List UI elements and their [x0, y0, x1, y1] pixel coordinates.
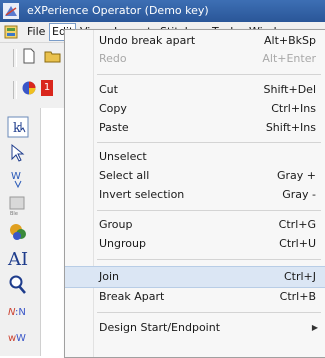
canvas-area[interactable]	[41, 108, 65, 356]
menu-item-label: Cut	[99, 83, 118, 96]
menu-item-break-apart[interactable]: Break Apart Ctrl+B	[65, 288, 325, 306]
open-folder-icon[interactable]	[44, 48, 62, 64]
menu-item-shortcut: Ctrl+U	[279, 237, 316, 250]
menu-item-ungroup[interactable]: Ungroup Ctrl+U	[65, 235, 325, 253]
wave-tool-icon[interactable]: w W	[7, 326, 29, 348]
menu-item-shortcut: Ctrl+Ins	[271, 102, 316, 115]
toolbar-area: 1	[0, 43, 72, 108]
menu-item-group[interactable]: Group Ctrl+G	[65, 216, 325, 234]
menu-item-label: Group	[99, 218, 133, 231]
stitch-w-tool-icon[interactable]: W	[7, 168, 29, 190]
svg-text::N: :N	[15, 307, 26, 318]
menu-item-design-start-endpoint[interactable]: Design Start/Endpoint ▶	[65, 319, 325, 337]
menu-item-label: Select all	[99, 169, 150, 182]
edit-dropdown-menu: Undo break apart Alt+BkSp Redo Alt+Enter…	[64, 29, 325, 358]
menu-item-shortcut: Ctrl+J	[283, 270, 316, 283]
menu-item-undo[interactable]: Undo break apart Alt+BkSp	[65, 32, 325, 50]
menu-separator	[97, 210, 321, 211]
svg-text:W: W	[16, 333, 26, 344]
menu-item-invert-selection[interactable]: Invert selection Gray -	[65, 186, 325, 204]
menu-item-label: Design Start/Endpoint	[99, 321, 221, 334]
document-menu-icon[interactable]	[3, 24, 19, 40]
color-badge[interactable]: 1	[41, 80, 53, 96]
menu-item-label: Paste	[99, 121, 129, 134]
color-tool-icon[interactable]	[7, 220, 29, 242]
menu-separator	[97, 312, 321, 313]
menu-item-redo[interactable]: Redo Alt+Enter	[65, 50, 325, 68]
svg-text:Ble: Ble	[10, 211, 18, 216]
svg-text:AI: AI	[7, 249, 28, 268]
menu-separator	[97, 142, 321, 143]
color-palette-icon[interactable]	[21, 80, 37, 96]
menu-separator	[97, 74, 321, 75]
submenu-arrow-icon: ▶	[311, 323, 318, 332]
menu-item-shortcut: Alt+BkSp	[264, 34, 316, 47]
reshape-tool-icon[interactable]	[7, 142, 29, 164]
menu-item-shortcut: Alt+Enter	[262, 52, 316, 65]
menu-item-label: Unselect	[99, 150, 147, 163]
title-bar: eXPerience Operator (Demo key)	[0, 0, 325, 22]
menu-item-shortcut: Ctrl+G	[278, 218, 316, 231]
menu-item-label: Invert selection	[99, 188, 185, 201]
menu-item-label: Copy	[99, 102, 127, 115]
menu-item-label: Redo	[99, 52, 127, 65]
menu-item-join[interactable]: Join Ctrl+J	[65, 266, 325, 288]
toolbar-grip[interactable]	[13, 49, 17, 67]
svg-text:W: W	[11, 171, 21, 182]
zoom-tool-icon[interactable]	[7, 274, 29, 296]
toolbar-grip-2[interactable]	[13, 81, 17, 99]
window-title: eXPerience Operator (Demo key)	[27, 4, 209, 17]
menu-separator	[97, 259, 321, 260]
menu-item-cut[interactable]: Cut Shift+Del	[65, 81, 325, 99]
menu-file[interactable]: File	[25, 24, 47, 40]
menu-item-copy[interactable]: Copy Ctrl+Ins	[65, 100, 325, 118]
menu-item-label: Join	[99, 270, 120, 283]
embroidery-tool-icon[interactable]: Ble	[7, 194, 29, 216]
menu-item-label: Ungroup	[99, 237, 146, 250]
text-tool-icon[interactable]: AI	[7, 246, 29, 268]
menu-item-shortcut: Gray -	[282, 188, 316, 201]
menu-item-shortcut: Shift+Del	[263, 83, 316, 96]
menu-item-label: Undo break apart	[99, 34, 196, 47]
new-document-icon[interactable]	[22, 48, 36, 64]
svg-text:k: k	[13, 121, 21, 136]
menu-item-select-all[interactable]: Select all Gray +	[65, 167, 325, 185]
select-tool-icon[interactable]: k	[7, 116, 29, 138]
menu-item-paste[interactable]: Paste Shift+Ins	[65, 119, 325, 137]
menu-item-shortcut: Ctrl+B	[279, 290, 316, 303]
menu-item-shortcut: Gray +	[276, 169, 316, 182]
menu-item-label: Break Apart	[99, 290, 165, 303]
app-logo-icon	[3, 3, 19, 19]
monogram-tool-icon[interactable]: N :N	[7, 300, 29, 322]
svg-text:w: w	[8, 333, 16, 344]
tool-column: k W Ble AI N :N w W	[0, 108, 41, 356]
menu-item-shortcut: Shift+Ins	[265, 121, 316, 134]
menu-item-unselect[interactable]: Unselect	[65, 148, 325, 166]
